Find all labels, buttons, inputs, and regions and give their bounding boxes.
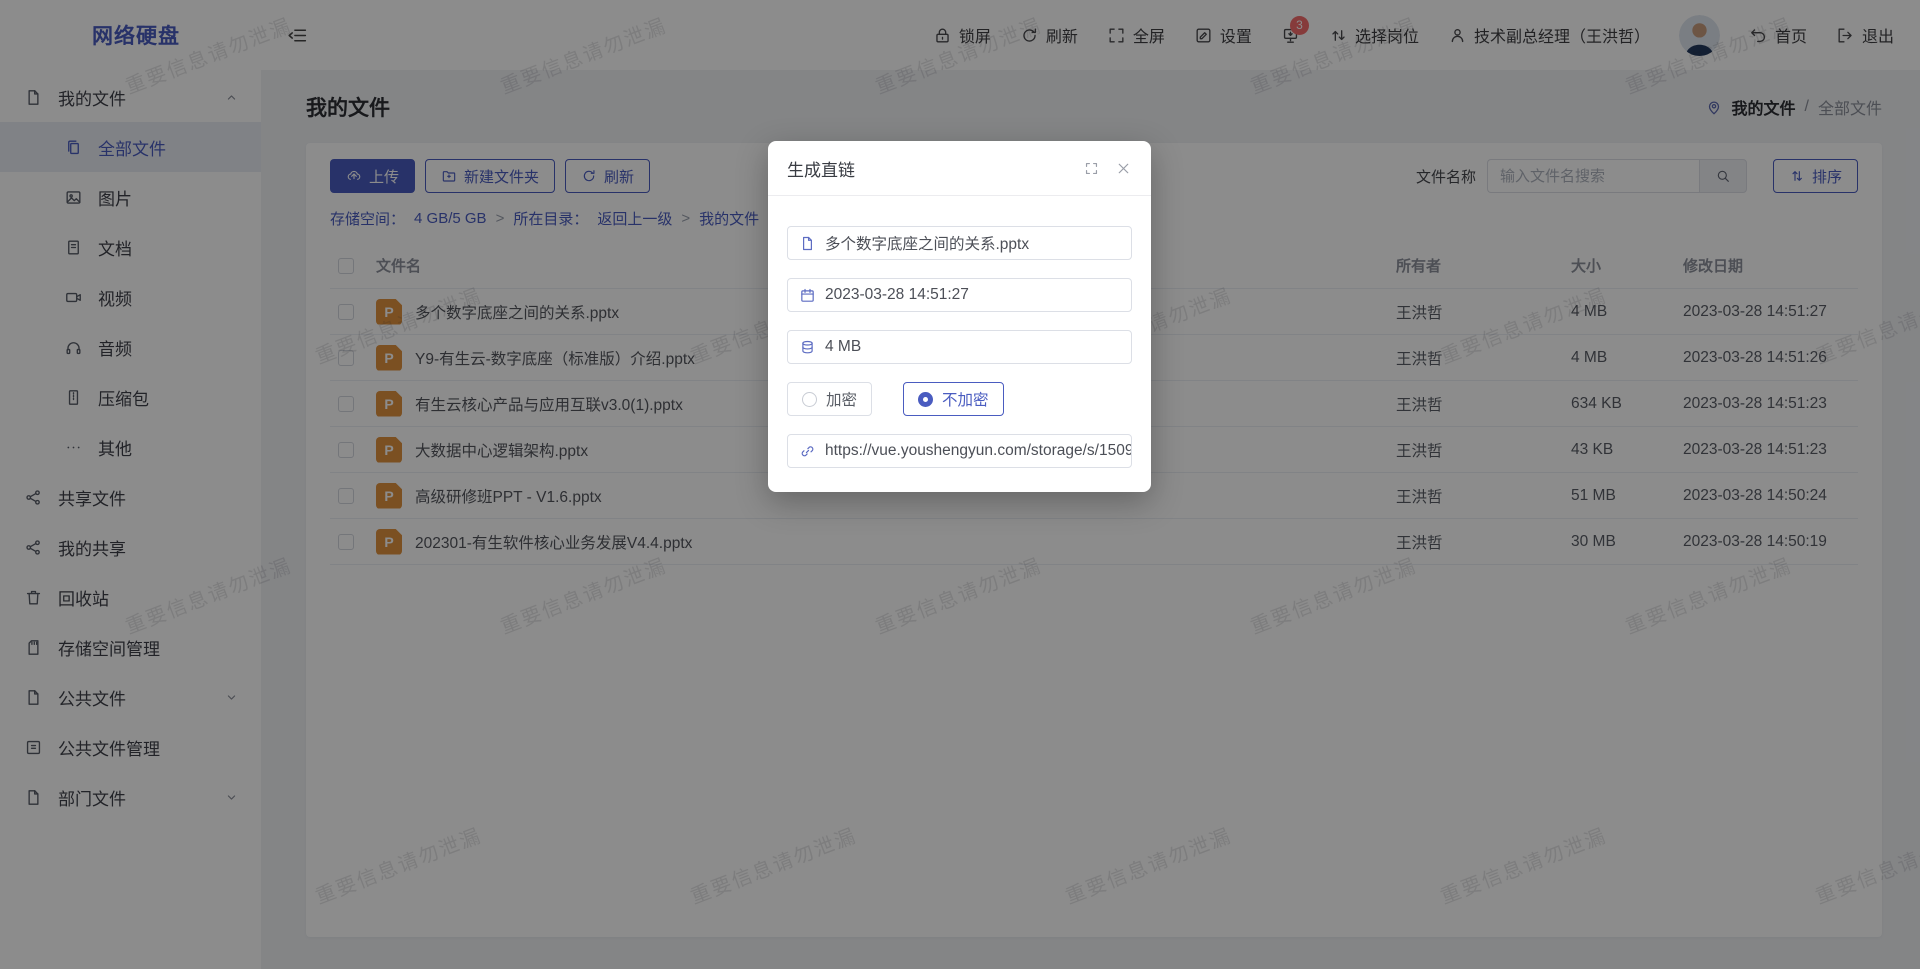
file-icon [799,235,816,252]
file-size-field[interactable]: 4 MB [787,330,1132,364]
file-size-value: 4 MB [825,338,861,356]
expand-icon[interactable] [1083,160,1100,177]
modified-date-field[interactable]: 2023-03-28 14:51:27 [787,278,1132,312]
close-icon[interactable] [1115,160,1132,177]
link-icon [799,443,816,460]
direct-link-value: https://vue.youshengyun.com/storage/s/15… [825,442,1132,460]
encrypt-option-label: 加密 [826,388,857,410]
modal-body: 多个数字底座之间的关系.pptx 2023-03-28 14:51:27 4 M… [768,196,1151,468]
encryption-options: 加密 不加密 [787,382,1132,416]
encrypt-option[interactable]: 加密 [787,382,872,416]
file-name-value: 多个数字底座之间的关系.pptx [825,232,1029,254]
radio-unselected-icon [802,392,817,407]
no-encrypt-option-label: 不加密 [942,388,989,410]
generate-direct-link-modal: 生成直链 多个数字底座之间的关系.pptx 2023-03-28 14:51:2… [768,141,1151,492]
modal-header: 生成直链 [768,141,1151,196]
modified-date-value: 2023-03-28 14:51:27 [825,286,969,304]
no-encrypt-option[interactable]: 不加密 [903,382,1004,416]
radio-selected-icon [918,392,933,407]
calendar-icon [799,287,816,304]
direct-link-field[interactable]: https://vue.youshengyun.com/storage/s/15… [787,434,1132,468]
file-name-field[interactable]: 多个数字底座之间的关系.pptx [787,226,1132,260]
modal-title: 生成直链 [787,156,855,181]
modal-header-actions [1083,160,1132,177]
database-icon [799,339,816,356]
